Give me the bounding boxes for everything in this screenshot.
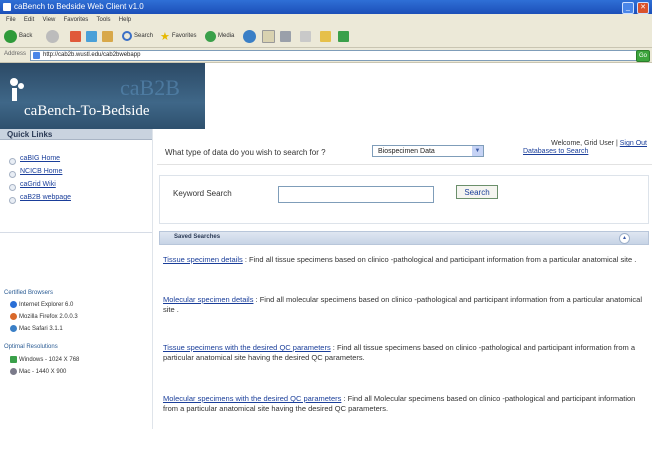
mail-icon	[262, 29, 275, 43]
keyword-search-input[interactable]	[278, 186, 434, 203]
messenger-icon	[338, 30, 349, 42]
media-icon	[205, 30, 216, 42]
forward-arrow-icon	[46, 29, 59, 43]
certified-browsers-title: Certified Browsers	[4, 290, 54, 296]
close-button[interactable]: ✕	[637, 2, 649, 14]
forward-button[interactable]	[46, 28, 59, 44]
mail-button[interactable]	[262, 28, 275, 44]
home-icon	[102, 30, 113, 42]
quick-link-cabig-home[interactable]: caBIG Home	[8, 155, 60, 165]
resolution-item-windows: Windows - 1024 X 768	[10, 356, 79, 363]
home-button[interactable]	[102, 28, 113, 44]
browser-firefox-label: Mozilla Firefox 2.0.0.3	[19, 313, 78, 320]
saved-search-item: Tissue specimen details : Find all tissu…	[163, 255, 649, 265]
databases-to-search-link[interactable]: Databases to Search	[523, 148, 588, 155]
back-arrow-icon	[4, 29, 17, 43]
search-icon	[122, 31, 132, 41]
optimal-resolutions-title: Optimal Resolutions	[4, 344, 58, 350]
sidebar-divider	[0, 232, 152, 233]
browser-safari-label: Mac Safari 3.1.1	[19, 325, 63, 332]
stop-button[interactable]	[70, 28, 81, 44]
address-label: Address	[4, 51, 27, 57]
address-url: http://cab2b.wustl.edu/cab2bwebapp	[43, 52, 141, 58]
saved-searches-title: Saved Searches	[174, 234, 221, 240]
browser-app-icon	[3, 3, 11, 11]
chevron-down-icon: ▼	[472, 146, 483, 156]
page-icon	[33, 52, 40, 59]
print-button[interactable]	[280, 28, 291, 44]
resolution-windows-label: Windows - 1024 X 768	[19, 356, 80, 363]
saved-search-link-tissue[interactable]: Tissue specimen details	[163, 255, 243, 264]
saved-search-link-molecular[interactable]: Molecular specimen details	[163, 295, 253, 304]
favorites-label: Favorites	[171, 33, 197, 39]
header-banner	[205, 63, 652, 129]
safari-icon	[10, 325, 17, 332]
quick-link-cagrid-wiki[interactable]: caGrid Wiki	[9, 181, 56, 191]
window-title: caBench to Bedside Web Client v1.0	[14, 2, 144, 11]
sign-out-link[interactable]: Sign Out	[620, 140, 647, 147]
browser-item-ie: Internet Explorer 6.0	[10, 301, 73, 308]
windows-icon	[10, 356, 17, 363]
collapse-icon[interactable]: ▴	[619, 233, 630, 244]
folder-button[interactable]	[320, 28, 331, 44]
welcome-area: Welcome, Grid User | Sign Out	[551, 140, 647, 147]
search-submit-button[interactable]: Search	[456, 185, 498, 199]
quick-link-ncicb-home[interactable]: NCICB Home	[8, 168, 62, 178]
quick-link-cab2b-webpage[interactable]: caB2B webpage	[9, 194, 71, 204]
media-button[interactable]: Media	[205, 28, 234, 44]
history-button[interactable]	[243, 28, 256, 44]
data-type-value: Biospecimen Data	[378, 148, 435, 155]
back-button[interactable]: Back	[4, 28, 32, 44]
minimize-button[interactable]: _	[622, 2, 634, 14]
data-type-select[interactable]: Biospecimen Data ▼	[372, 145, 484, 157]
welcome-divider: |	[615, 140, 618, 147]
go-button[interactable]: Go	[636, 50, 650, 62]
search-button[interactable]: Search	[122, 28, 153, 44]
saved-search-item: Molecular specimens with the desired QC …	[163, 394, 649, 414]
dna-logo-icon	[10, 78, 24, 101]
favorites-star-icon: ★	[160, 30, 170, 43]
back-label: Back	[19, 33, 33, 39]
ie-icon	[10, 301, 17, 308]
history-icon	[243, 29, 256, 43]
saved-search-item: Molecular specimen details : Find all mo…	[163, 295, 649, 315]
saved-search-desc: : Find all tissue specimens based on cli…	[242, 255, 637, 264]
firefox-icon	[10, 313, 17, 320]
favorites-button[interactable]: ★ Favorites	[160, 28, 197, 44]
refresh-icon	[86, 30, 97, 42]
keyword-search-label: Keyword Search	[173, 189, 232, 198]
edit-icon	[300, 30, 311, 42]
search-label: Search	[134, 33, 154, 39]
address-input[interactable]: http://cab2b.wustl.edu/cab2bwebapp	[30, 50, 638, 61]
quick-links-title: Quick Links	[0, 129, 152, 140]
cab2b-logo[interactable]: caB2B caBench-To-Bedside	[0, 63, 205, 129]
logo-ghost-text: caB2B	[120, 75, 180, 100]
folder-icon	[320, 30, 331, 42]
welcome-text: Welcome, Grid User	[551, 140, 615, 147]
resolution-item-mac: Mac - 1440 X 900	[10, 368, 66, 375]
browser-item-safari: Mac Safari 3.1.1	[10, 325, 63, 332]
saved-search-link-molecular-qc[interactable]: Molecular specimens with the desired QC …	[163, 394, 341, 403]
print-icon	[280, 30, 291, 42]
refresh-button[interactable]	[86, 28, 97, 44]
messenger-button[interactable]	[338, 28, 349, 44]
browser-item-firefox: Mozilla Firefox 2.0.0.3	[10, 313, 78, 320]
media-label: Media	[218, 33, 235, 39]
browser-toolbar: Back Search ★ Favorites Media	[0, 25, 652, 48]
edit-button[interactable]	[300, 28, 311, 44]
saved-search-link-tissue-qc[interactable]: Tissue specimens with the desired QC par…	[163, 343, 331, 352]
saved-search-item: Tissue specimens with the desired QC par…	[163, 343, 649, 363]
main-divider	[157, 164, 652, 165]
mac-icon	[10, 368, 17, 375]
address-bar: Address http://cab2b.wustl.edu/cab2bweba…	[0, 48, 652, 63]
logo-text: caBench-To-Bedside	[24, 103, 150, 119]
resolution-mac-label: Mac - 1440 X 900	[19, 368, 67, 375]
saved-searches-header: Saved Searches ▴	[159, 231, 649, 245]
window-titlebar: caBench to Bedside Web Client v1.0 _ ✕	[0, 0, 652, 14]
data-type-question: What type of data do you wish to search …	[165, 148, 326, 157]
sidebar-border	[152, 129, 153, 429]
browser-ie-label: Internet Explorer 6.0	[19, 301, 74, 308]
stop-icon	[70, 30, 81, 42]
